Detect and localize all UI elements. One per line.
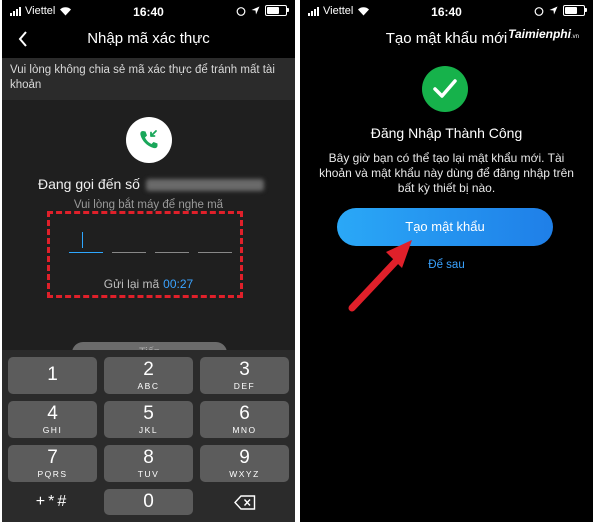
backspace-key[interactable] xyxy=(200,489,289,515)
resend-code[interactable]: Gửi lại mã 00:27 xyxy=(2,277,295,291)
location-icon xyxy=(549,6,558,15)
key-7[interactable]: 7 PQRS xyxy=(8,445,97,482)
verify-code-screen: Viettel 16:40 Nhập mã xác thực Vui lòng … xyxy=(2,0,295,522)
key-3[interactable]: 3 DEF xyxy=(200,357,289,394)
code-digit-4[interactable] xyxy=(198,230,232,253)
alarm-icon xyxy=(236,6,246,16)
page-title: Nhập mã xác thực xyxy=(87,30,210,47)
new-password-screen: Viettel 16:40 Tạo mật khẩu mới Taimienph… xyxy=(300,0,593,522)
key-4[interactable]: 4 GHI xyxy=(8,401,97,438)
watermark-logo: Taimienphi.vn xyxy=(508,27,579,41)
code-digit-3[interactable] xyxy=(155,230,189,253)
backspace-icon xyxy=(233,494,255,510)
key-0[interactable]: 0 xyxy=(104,489,193,515)
battery-icon xyxy=(563,5,587,16)
battery-icon xyxy=(265,5,289,16)
code-digit-2[interactable] xyxy=(112,230,146,253)
calling-label: Đang gọi đến số xyxy=(38,176,140,192)
key-2[interactable]: 2 ABC xyxy=(104,357,193,394)
key-5[interactable]: 5 JKL xyxy=(104,401,193,438)
phone-number-redacted xyxy=(145,179,264,192)
resend-timer: 00:27 xyxy=(163,277,194,291)
resend-label: Gửi lại mã xyxy=(103,277,160,291)
code-digit-1[interactable] xyxy=(69,230,103,253)
security-notice: Vui lòng không chia sẻ mã xác thực để tr… xyxy=(2,58,295,100)
numeric-keypad: 1 2 ABC 3 DEF 4 GHI 5 JKL 6 MNO 7 PQRS 8 TUV 9W… xyxy=(2,350,295,522)
key-1[interactable]: 1 xyxy=(8,357,97,394)
answer-hint: Vui lòng bắt máy để nghe mã xyxy=(73,199,224,211)
status-bar: Viettel 16:40 xyxy=(2,0,295,24)
alarm-icon xyxy=(534,6,544,16)
success-heading: Đăng Nhập Thành Công xyxy=(370,125,523,141)
key-symbols[interactable]: +*# xyxy=(8,489,97,515)
success-message: Bây giờ bạn có thể tạo lại mật khẩu mới.… xyxy=(319,151,574,195)
code-input[interactable] xyxy=(69,230,235,253)
key-9[interactable]: 9 WXYZ xyxy=(200,445,289,482)
success-check-icon xyxy=(422,66,468,112)
key-6[interactable]: 6 MNO xyxy=(200,401,289,438)
location-icon xyxy=(251,6,260,15)
calling-number: Đang gọi đến số xyxy=(38,176,264,192)
incoming-call-icon xyxy=(126,117,172,163)
key-8[interactable]: 8 TUV xyxy=(104,445,193,482)
header: Nhập mã xác thực xyxy=(2,24,295,56)
red-arrow-icon xyxy=(348,240,412,312)
status-bar: Viettel 16:40 xyxy=(300,0,593,24)
